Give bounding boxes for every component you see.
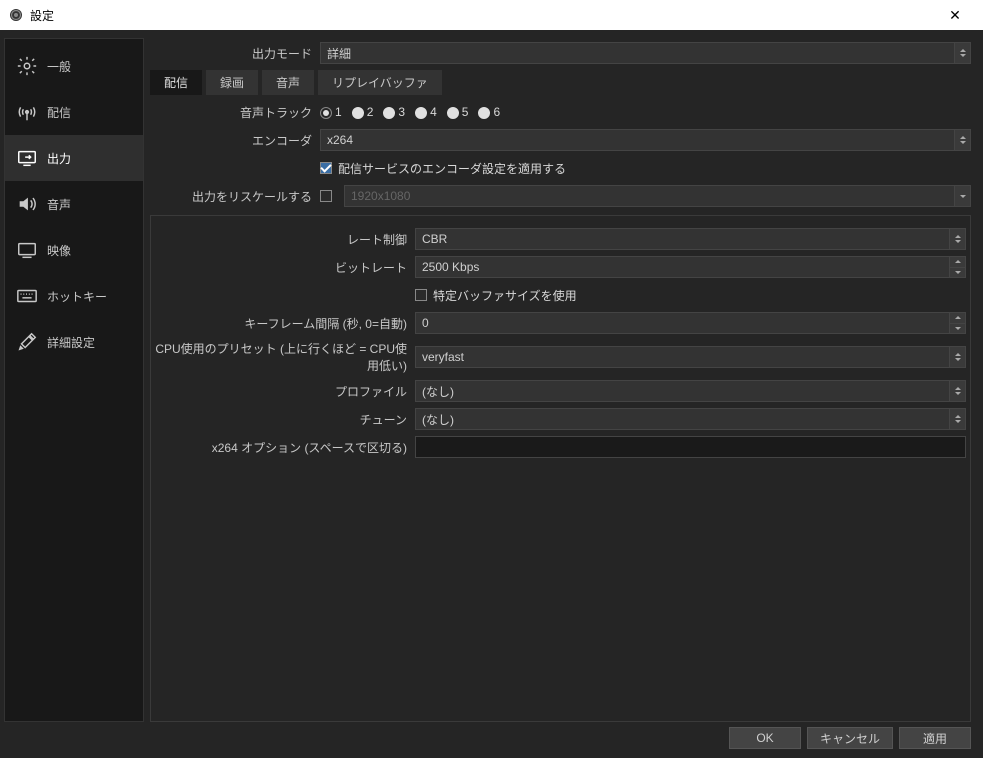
rescale-checkbox[interactable] <box>320 190 332 202</box>
sidebar-item-stream[interactable]: 配信 <box>5 89 143 135</box>
monitor-icon <box>13 239 41 261</box>
bitrate-label: ビットレート <box>155 259 415 276</box>
tab-streaming[interactable]: 配信 <box>150 70 202 95</box>
output-mode-dropdown[interactable]: 詳細 <box>320 42 971 64</box>
sidebar-label: 映像 <box>47 242 71 259</box>
sidebar-label: 音声 <box>47 196 71 213</box>
sidebar-label: 詳細設定 <box>47 334 95 351</box>
sidebar-item-general[interactable]: 一般 <box>5 43 143 89</box>
rescale-dropdown: 1920x1080 <box>344 185 971 207</box>
custom-buffer-label: 特定バッファサイズを使用 <box>433 287 577 304</box>
output-icon <box>13 147 41 169</box>
track-2-radio[interactable] <box>352 107 364 119</box>
dropdown-arrow-icon <box>949 381 965 401</box>
tune-label: チューン <box>155 411 415 428</box>
tab-replay-buffer[interactable]: リプレイバッファ <box>318 70 442 95</box>
spinner-icon[interactable] <box>949 257 965 277</box>
enforce-label: 配信サービスのエンコーダ設定を適用する <box>338 160 566 177</box>
x264opts-label: x264 オプション (スペースで区切る) <box>155 439 415 456</box>
speaker-icon <box>13 193 41 215</box>
encoder-label: エンコーダ <box>150 132 320 149</box>
dropdown-arrow-icon <box>949 229 965 249</box>
titlebar: 設定 ✕ <box>0 0 983 30</box>
sidebar-item-hotkeys[interactable]: ホットキー <box>5 273 143 319</box>
tabs: 配信 録画 音声 リプレイバッファ <box>150 70 971 95</box>
close-button[interactable]: ✕ <box>935 7 975 24</box>
sidebar-item-output[interactable]: 出力 <box>5 135 143 181</box>
track-1-radio[interactable] <box>320 107 332 119</box>
track-5-radio[interactable] <box>447 107 459 119</box>
spinner-icon[interactable] <box>949 313 965 333</box>
keyframe-label: キーフレーム間隔 (秒, 0=自動) <box>155 315 415 332</box>
cpu-preset-dropdown[interactable]: veryfast <box>415 346 966 368</box>
encoder-panel: レート制御 CBR ビットレート 2500 Kbps 特定バッファサイズを使用 … <box>150 215 971 722</box>
keyframe-input[interactable]: 0 <box>415 312 966 334</box>
sidebar-item-advanced[interactable]: 詳細設定 <box>5 319 143 365</box>
antenna-icon <box>13 101 41 123</box>
tab-audio[interactable]: 音声 <box>262 70 314 95</box>
custom-buffer-checkbox[interactable] <box>415 289 427 301</box>
app-icon <box>8 7 24 23</box>
apply-button[interactable]: 適用 <box>899 727 971 749</box>
dropdown-arrow-icon <box>954 130 970 150</box>
sidebar-label: ホットキー <box>47 288 107 305</box>
dropdown-arrow-icon <box>949 409 965 429</box>
rate-control-dropdown[interactable]: CBR <box>415 228 966 250</box>
sidebar-label: 配信 <box>47 104 71 121</box>
tools-icon <box>13 331 41 353</box>
track-3-radio[interactable] <box>383 107 395 119</box>
enforce-checkbox[interactable] <box>320 162 332 174</box>
x264opts-input[interactable] <box>415 436 966 458</box>
cancel-button[interactable]: キャンセル <box>807 727 893 749</box>
sidebar-label: 一般 <box>47 58 71 75</box>
rescale-label: 出力をリスケールする <box>150 188 320 205</box>
sidebar-item-audio[interactable]: 音声 <box>5 181 143 227</box>
dropdown-arrow-icon <box>954 186 970 206</box>
sidebar-item-video[interactable]: 映像 <box>5 227 143 273</box>
sidebar: 一般 配信 出力 音声 映像 ホットキー 詳細設定 <box>4 38 144 722</box>
footer: OK キャンセル 適用 <box>4 722 979 754</box>
sidebar-label: 出力 <box>47 150 71 167</box>
track-6-radio[interactable] <box>478 107 490 119</box>
content: 出力モード 詳細 配信 録画 音声 リプレイバッファ 音声トラック 1 2 3 … <box>150 38 979 722</box>
cpu-preset-label: CPU使用のプリセット (上に行くほど = CPU使用低い) <box>155 340 415 374</box>
profile-label: プロファイル <box>155 383 415 400</box>
audio-track-label: 音声トラック <box>150 104 320 121</box>
output-mode-label: 出力モード <box>150 45 320 62</box>
keyboard-icon <box>13 285 41 307</box>
ok-button[interactable]: OK <box>729 727 801 749</box>
rate-control-label: レート制御 <box>155 231 415 248</box>
bitrate-input[interactable]: 2500 Kbps <box>415 256 966 278</box>
audio-tracks: 1 2 3 4 5 6 <box>320 105 500 119</box>
track-4-radio[interactable] <box>415 107 427 119</box>
profile-dropdown[interactable]: (なし) <box>415 380 966 402</box>
tune-dropdown[interactable]: (なし) <box>415 408 966 430</box>
gear-icon <box>13 55 41 77</box>
dropdown-arrow-icon <box>954 43 970 63</box>
encoder-dropdown[interactable]: x264 <box>320 129 971 151</box>
tab-recording[interactable]: 録画 <box>206 70 258 95</box>
window-title: 設定 <box>30 7 935 24</box>
dropdown-arrow-icon <box>949 347 965 367</box>
